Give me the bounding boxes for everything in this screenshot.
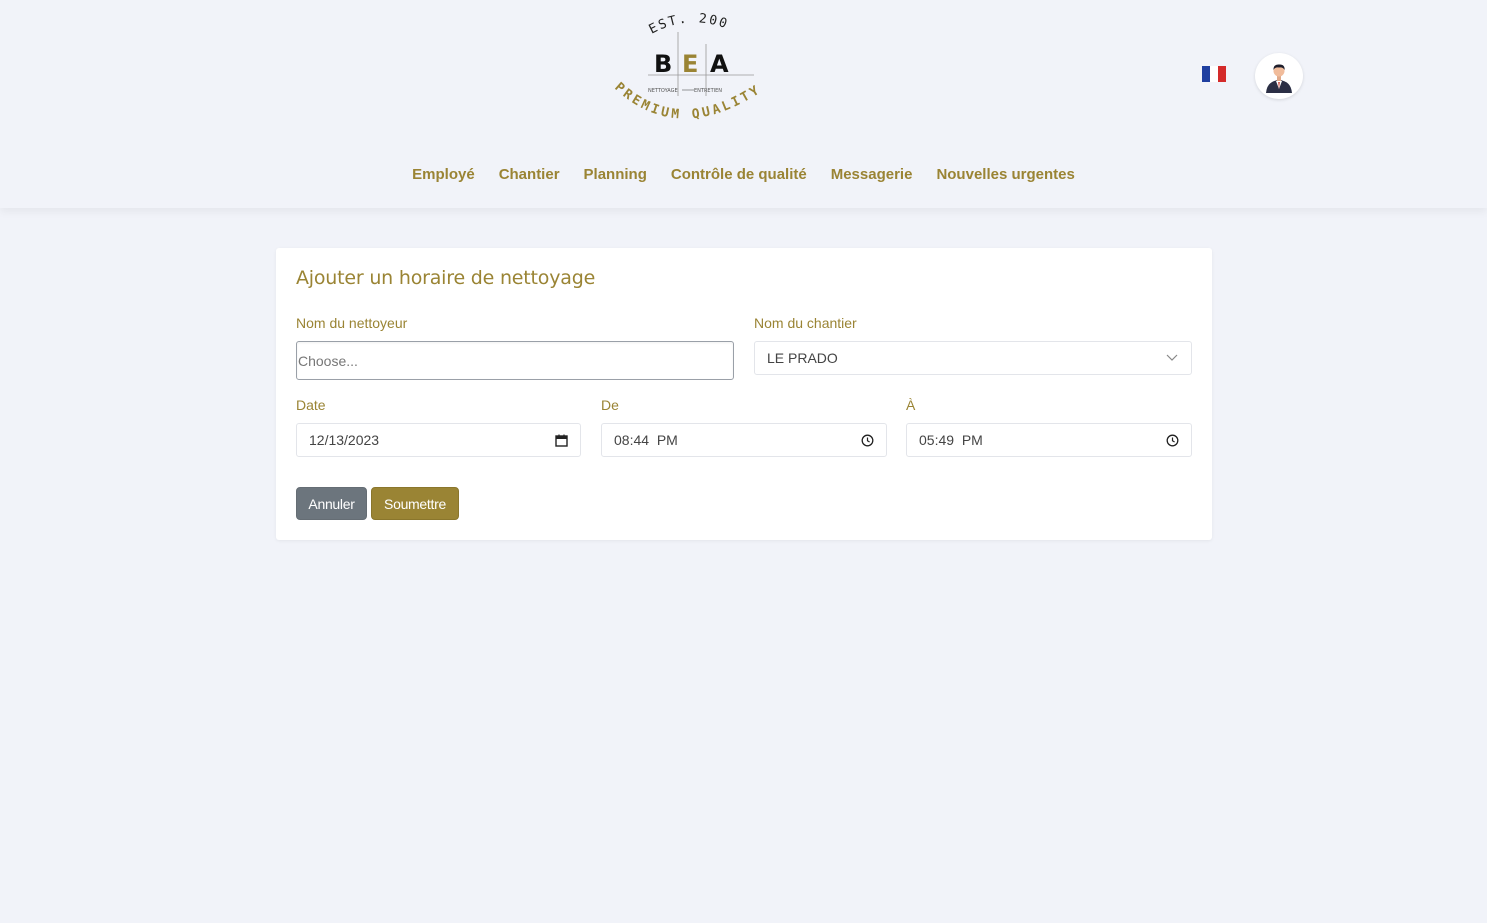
top-header: EST. 2001 B E A NETTOYAGE ENTRETIEN PREM…: [0, 0, 1487, 208]
nav-item-messagerie[interactable]: Messagerie: [819, 164, 925, 186]
nav-item-chantier[interactable]: Chantier: [487, 164, 572, 186]
schedule-form-card: Ajouter un horaire de nettoyage Nom du n…: [276, 248, 1212, 540]
svg-text:PREMIUM QUALITY: PREMIUM QUALITY: [611, 80, 764, 123]
avatar-figure-icon: [1266, 64, 1292, 93]
from-time-value: 08:44 PM: [614, 432, 678, 448]
form-title: Ajouter un horaire de nettoyage: [296, 267, 596, 289]
cleaner-select[interactable]: Choose...: [296, 341, 734, 380]
from-label: De: [601, 397, 619, 413]
svg-text:B: B: [654, 50, 672, 78]
site-label: Nom du chantier: [754, 315, 857, 331]
nav-item-planning[interactable]: Planning: [572, 164, 659, 186]
submit-button[interactable]: Soumettre: [371, 487, 459, 520]
date-input[interactable]: 12/13/2023: [296, 423, 581, 457]
cancel-button[interactable]: Annuler: [296, 487, 367, 520]
site-value: LE PRADO: [767, 350, 838, 366]
user-avatar-icon[interactable]: [1255, 53, 1303, 99]
nav-item-controle-qualite[interactable]: Contrôle de qualité: [659, 164, 819, 186]
svg-text:A: A: [710, 50, 729, 78]
main-nav: Employé Chantier Planning Contrôle de qu…: [0, 164, 1487, 186]
nav-item-employe[interactable]: Employé: [400, 164, 487, 186]
clock-icon[interactable]: [860, 433, 874, 447]
to-label: À: [906, 397, 916, 413]
clock-icon[interactable]: [1165, 433, 1179, 447]
date-label: Date: [296, 397, 326, 413]
calendar-icon[interactable]: [554, 433, 568, 447]
to-time-value: 05:49 PM: [919, 432, 983, 448]
cleaner-label: Nom du nettoyeur: [296, 315, 408, 331]
nav-item-nouvelles-urgentes[interactable]: Nouvelles urgentes: [924, 164, 1086, 186]
from-time-input[interactable]: 08:44 PM: [601, 423, 887, 457]
cleaner-placeholder: Choose...: [298, 352, 358, 369]
svg-text:NETTOYAGE: NETTOYAGE: [648, 88, 678, 94]
bea-logo[interactable]: EST. 2001 B E A NETTOYAGE ENTRETIEN PREM…: [608, 8, 768, 132]
france-flag-icon[interactable]: [1202, 66, 1226, 82]
svg-text:EST. 2001: EST. 2001: [608, 8, 731, 37]
site-select[interactable]: LE PRADO: [754, 341, 1192, 375]
svg-text:E: E: [682, 50, 698, 78]
svg-text:ENTRETIEN: ENTRETIEN: [694, 88, 722, 94]
date-value: 12/13/2023: [309, 432, 380, 448]
to-time-input[interactable]: 05:49 PM: [906, 423, 1192, 457]
chevron-down-icon: [1165, 351, 1179, 365]
